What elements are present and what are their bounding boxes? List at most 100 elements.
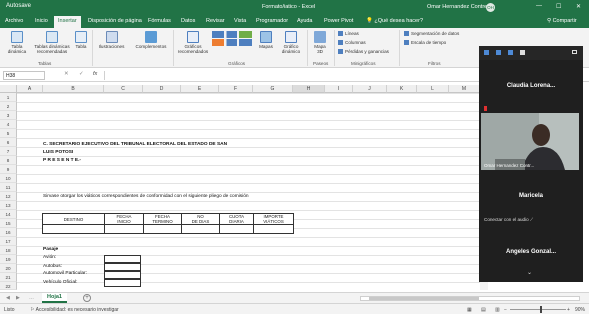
tab-datos[interactable]: Datos xyxy=(181,18,195,24)
transport-amount-box[interactable] xyxy=(104,271,141,279)
prev-sheet-icon[interactable]: ◀ xyxy=(6,295,10,301)
transport-label[interactable]: Automovil Particular: xyxy=(43,271,87,276)
row-header[interactable]: 6 xyxy=(0,138,17,147)
row-header[interactable]: 7 xyxy=(0,147,17,156)
column-header-d[interactable]: D xyxy=(143,85,181,93)
row-header[interactable]: 16 xyxy=(0,228,17,237)
minimize-icon[interactable]: — xyxy=(536,3,542,9)
avatar[interactable]: OH xyxy=(486,3,495,12)
column-header-a[interactable]: A xyxy=(17,85,43,93)
tab-archivo[interactable]: Archivo xyxy=(5,18,23,24)
tab-revisar[interactable]: Revisar xyxy=(206,18,225,24)
horizontal-scrollbar[interactable] xyxy=(360,296,580,301)
column-header-b[interactable]: B xyxy=(43,85,104,93)
row-header[interactable]: 18 xyxy=(0,246,17,255)
table-cell[interactable] xyxy=(253,224,294,234)
name-box[interactable]: H38 xyxy=(3,71,45,80)
insert-function-icon[interactable]: fx xyxy=(93,71,97,77)
row-header[interactable]: 22 xyxy=(0,282,17,290)
tell-me-search[interactable]: 💡 ¿Qué desea hacer? xyxy=(366,18,423,24)
addressee-line-2[interactable]: LUIS POTOSI xyxy=(43,150,73,155)
transport-amount-box[interactable] xyxy=(104,263,141,271)
add-sheet-button[interactable]: + xyxy=(83,294,91,302)
more-sheets-icon[interactable]: … xyxy=(29,295,34,301)
select-all-corner[interactable] xyxy=(0,85,17,93)
normal-view-icon[interactable]: ▦ xyxy=(467,307,472,313)
column-header-l[interactable]: L xyxy=(417,85,449,93)
table-cell[interactable] xyxy=(42,224,105,234)
worksheet-grid[interactable] xyxy=(17,93,480,290)
chevron-down-icon[interactable]: ⌄ xyxy=(527,269,532,276)
row-header[interactable]: 15 xyxy=(0,219,17,228)
column-header-f[interactable]: F xyxy=(219,85,253,93)
row-header[interactable]: 8 xyxy=(0,156,17,165)
pivot-chart-button[interactable]: Gráfico dinámico xyxy=(278,31,304,54)
transport-amount-box[interactable] xyxy=(104,279,141,287)
row-header[interactable]: 17 xyxy=(0,237,17,246)
row-header[interactable]: 1 xyxy=(0,93,17,102)
maximize-icon[interactable]: ☐ xyxy=(556,3,561,10)
tab-power-pivot[interactable]: Power Pivot xyxy=(324,18,353,24)
participant-tile[interactable]: Claudia Lorena... xyxy=(480,83,582,89)
transport-amount-box[interactable] xyxy=(104,255,141,263)
tab-vista[interactable]: Vista xyxy=(234,18,246,24)
page-break-icon[interactable]: ▥ xyxy=(495,307,500,313)
addressee-line-1[interactable]: C. SECRETARIO EJECUTIVO DEL TRIBUNAL ELE… xyxy=(43,142,227,147)
row-header[interactable]: 3 xyxy=(0,111,17,120)
next-sheet-icon[interactable]: ▶ xyxy=(16,295,20,301)
header-cuota-diaria[interactable]: CUOTA DIARIA xyxy=(219,213,254,225)
user-name[interactable]: Omar Hernandez Contreras xyxy=(427,4,495,10)
table-cell[interactable] xyxy=(104,224,144,234)
row-header[interactable]: 21 xyxy=(0,273,17,282)
table-button[interactable]: Tabla xyxy=(73,31,89,49)
header-fecha-termino[interactable]: FECHA TERMINO xyxy=(143,213,182,225)
column-header-m[interactable]: M xyxy=(449,85,480,93)
request-text[interactable]: Sirvase otorgar los viáticos correspondi… xyxy=(43,194,249,199)
column-header-i[interactable]: I xyxy=(325,85,353,93)
3d-map-button[interactable]: Mapa 3D xyxy=(309,31,331,54)
tab-ayuda[interactable]: Ayuda xyxy=(297,18,313,24)
transport-label[interactable]: Vehículo Oficial: xyxy=(43,280,77,285)
formula-input[interactable] xyxy=(104,71,479,80)
zoom-slider-thumb[interactable] xyxy=(540,306,542,313)
pivot-table-button[interactable]: Tabla dinámica xyxy=(3,31,31,54)
row-header[interactable]: 13 xyxy=(0,201,17,210)
timeline-button[interactable]: Escala de tiempo xyxy=(404,40,446,46)
cancel-icon[interactable]: ✕ xyxy=(64,71,69,77)
meeting-view-icon[interactable] xyxy=(484,50,489,55)
meeting-view-icon[interactable] xyxy=(508,50,513,55)
addins-button[interactable]: Complementos xyxy=(131,31,171,49)
column-header-k[interactable]: K xyxy=(387,85,417,93)
slicer-button[interactable]: Segmentación de datos xyxy=(404,31,459,37)
page-layout-icon[interactable]: ▤ xyxy=(481,307,486,313)
header-destino[interactable]: DESTINO xyxy=(42,213,105,225)
zoom-out-icon[interactable]: − xyxy=(504,307,507,313)
enter-icon[interactable]: ✓ xyxy=(79,71,84,77)
sheet-tab-hoja1[interactable]: Hoja1 xyxy=(42,293,67,303)
column-header-g[interactable]: G xyxy=(253,85,293,93)
close-icon[interactable]: ✕ xyxy=(576,3,581,10)
column-header-j[interactable]: J xyxy=(353,85,387,93)
row-header[interactable]: 2 xyxy=(0,102,17,111)
window-toggle-icon[interactable] xyxy=(572,50,577,54)
row-header[interactable]: 12 xyxy=(0,192,17,201)
accessibility-status[interactable]: ⚐ Accesibilidad: es necesario investigar xyxy=(30,307,119,313)
column-header-e[interactable]: E xyxy=(181,85,219,93)
participant-tile[interactable]: Maricela xyxy=(480,193,582,199)
header-no-dias[interactable]: NO DE DIAS xyxy=(181,213,220,225)
row-header[interactable]: 14 xyxy=(0,210,17,219)
row-header[interactable]: 10 xyxy=(0,174,17,183)
share-button[interactable]: ⚲ Compartir xyxy=(547,18,577,24)
sparkline-lines-button[interactable]: Líneas xyxy=(338,31,359,37)
zoom-slider[interactable] xyxy=(510,309,566,310)
tab-disposicion[interactable]: Disposición de página xyxy=(88,18,142,24)
participant-video[interactable]: Omar Hernandez Contr... xyxy=(481,113,579,170)
row-header[interactable]: 4 xyxy=(0,120,17,129)
tab-programador[interactable]: Programador xyxy=(256,18,288,24)
pasaje-label[interactable]: Pasaje xyxy=(43,247,58,252)
tab-formulas[interactable]: Fórmulas xyxy=(148,18,171,24)
recommended-charts-button[interactable]: Gráficos recomendados xyxy=(175,31,211,54)
maps-button[interactable]: Mapas xyxy=(256,31,276,49)
recommended-pivot-button[interactable]: Tablas dinámicas recomendadas xyxy=(31,31,73,54)
scrollbar-thumb[interactable] xyxy=(369,297,479,300)
